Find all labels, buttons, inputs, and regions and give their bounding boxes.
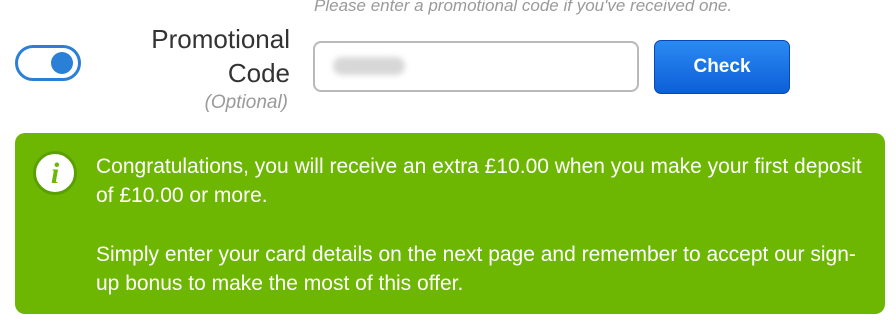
- notice-paragraph-1: Congratulations, you will receive an ext…: [96, 155, 862, 207]
- promo-code-label: Promotional Code: [151, 24, 290, 88]
- check-button[interactable]: Check: [654, 40, 790, 94]
- promo-hint: Please enter a promotional code if you'v…: [314, 0, 733, 15]
- promo-toggle[interactable]: [15, 45, 81, 81]
- info-icon: i: [33, 151, 77, 195]
- notice-paragraph-2: Simply enter your card details on the ne…: [96, 243, 856, 295]
- toggle-knob: [51, 52, 73, 74]
- bonus-notice: i Congratulations, you will receive an e…: [15, 133, 885, 314]
- blurred-code-value: [333, 57, 405, 75]
- optional-label: (Optional): [204, 92, 288, 113]
